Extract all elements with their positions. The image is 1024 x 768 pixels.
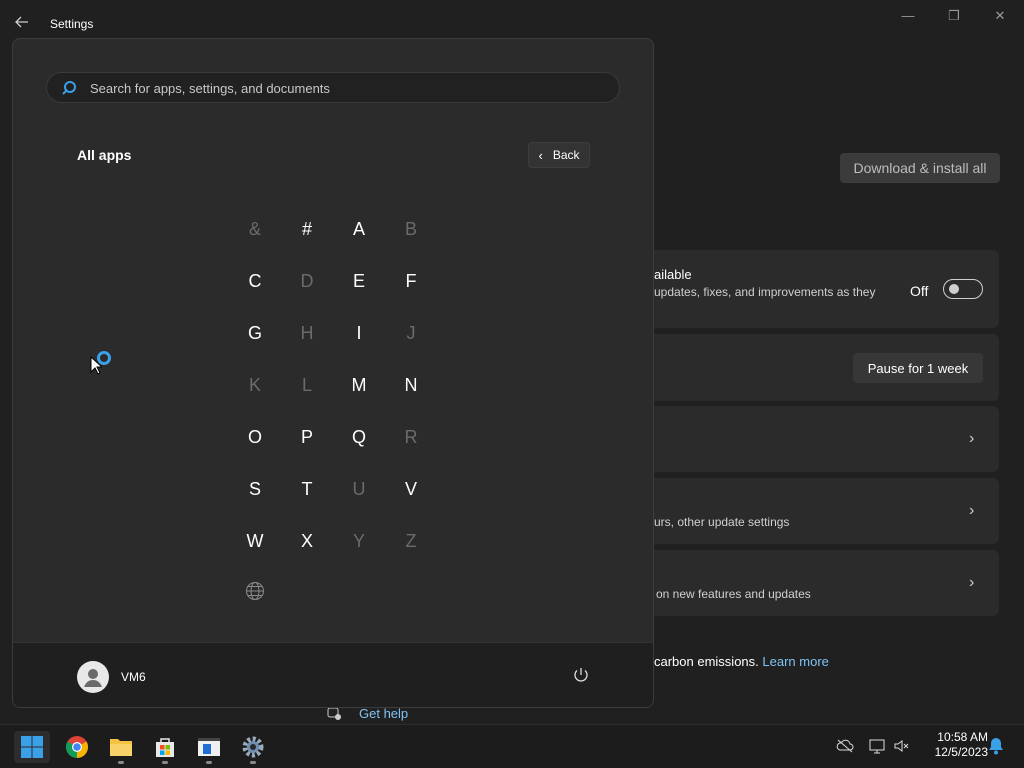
letter-n[interactable]: N	[391, 369, 431, 401]
power-icon[interactable]	[571, 665, 591, 685]
letter-a[interactable]: A	[339, 213, 379, 245]
start-menu-footer: VM6	[13, 642, 653, 707]
card-subtitle: updates, fixes, and improvements as they	[654, 285, 876, 299]
back-button-label: Back	[552, 148, 580, 162]
get-help-link[interactable]: Get help	[359, 706, 408, 721]
letter-ampersand: &	[248, 219, 261, 239]
minimize-icon[interactable]: —	[888, 8, 928, 26]
letter-q[interactable]: Q	[339, 421, 379, 453]
clock-date: 12/5/2023	[934, 745, 988, 759]
letter-r: R	[404, 427, 418, 447]
chevron-right-icon: ›	[969, 574, 975, 591]
clock[interactable]: 10:58 AM 12/5/2023	[918, 730, 988, 760]
card-title: ailable	[654, 267, 692, 282]
file-explorer-icon[interactable]	[103, 731, 139, 764]
taskbar: 10:58 AM 12/5/2023	[0, 724, 1024, 768]
letter-e[interactable]: E	[339, 265, 379, 297]
letter-s[interactable]: S	[235, 473, 275, 505]
cloud-offline-icon[interactable]	[836, 737, 854, 755]
update-history-card[interactable]: ›	[654, 406, 999, 472]
letter-d: D	[300, 271, 314, 291]
windows-logo-icon	[21, 736, 43, 758]
letter-y: Y	[352, 531, 365, 551]
advanced-options-card[interactable]: urs, other update settings ›	[654, 478, 999, 544]
notepad-app-icon[interactable]	[191, 731, 227, 764]
search-box[interactable]: Search for apps, settings, and documents	[46, 72, 620, 103]
letter-x[interactable]: X	[287, 525, 327, 557]
get-help-icon	[326, 706, 342, 722]
letter-i[interactable]: I	[339, 317, 379, 349]
chevron-left-icon: ‹	[538, 147, 543, 163]
letter-c[interactable]: C	[235, 265, 275, 297]
letter-w[interactable]: W	[235, 525, 275, 557]
card-subtitle: on new features and updates	[656, 587, 811, 601]
start-menu: Search for apps, settings, and documents…	[12, 38, 654, 708]
letter-v[interactable]: V	[391, 473, 431, 505]
volume-muted-icon[interactable]	[893, 737, 911, 755]
all-apps-title: All apps	[77, 147, 132, 163]
learn-more-link[interactable]: Learn more	[762, 654, 828, 669]
letter-hash[interactable]: #	[287, 213, 327, 245]
letter-f[interactable]: F	[391, 265, 431, 297]
letter-u: U	[352, 479, 366, 499]
letter-o[interactable]: O	[235, 421, 275, 453]
search-icon	[61, 80, 77, 96]
start-button[interactable]	[14, 731, 50, 763]
back-button[interactable]: ‹ Back	[528, 142, 590, 168]
chevron-right-icon: ›	[969, 430, 975, 447]
letter-m[interactable]: M	[339, 369, 379, 401]
chevron-right-icon: ›	[969, 502, 975, 519]
user-avatar[interactable]	[77, 661, 109, 693]
globe-icon[interactable]	[245, 581, 265, 601]
mouse-pointer-icon	[90, 355, 104, 381]
letter-p[interactable]: P	[287, 421, 327, 453]
letter-h: H	[300, 323, 314, 343]
letter-l: L	[301, 375, 312, 395]
letter-g[interactable]: G	[235, 317, 275, 349]
microsoft-store-icon[interactable]	[147, 731, 183, 764]
pause-for-1-week-button[interactable]: Pause for 1 week	[853, 353, 983, 383]
chrome-icon[interactable]	[59, 731, 95, 763]
settings-gear-icon[interactable]	[235, 731, 271, 764]
letter-z: Z	[405, 531, 417, 551]
letter-k: K	[248, 375, 261, 395]
network-icon[interactable]	[868, 737, 886, 755]
window-title: Settings	[50, 17, 94, 31]
letter-j: J	[406, 323, 416, 343]
get-updates-toggle[interactable]	[943, 279, 983, 299]
back-arrow-icon[interactable]	[14, 14, 34, 34]
search-placeholder: Search for apps, settings, and documents	[90, 81, 330, 96]
card-subtitle: urs, other update settings	[654, 515, 790, 529]
toggle-state-label: Off	[910, 283, 929, 299]
download-install-all-button[interactable]: Download & install all	[840, 153, 1000, 183]
letter-b: B	[404, 219, 417, 239]
close-icon[interactable]: ✕	[980, 8, 1020, 26]
clock-time: 10:58 AM	[937, 730, 988, 744]
user-name[interactable]: VM6	[121, 670, 146, 684]
notification-bell-icon[interactable]	[987, 737, 1005, 755]
letter-t[interactable]: T	[287, 473, 327, 505]
insider-program-card[interactable]: on new features and updates ›	[654, 550, 999, 616]
carbon-text: carbon emissions. Learn more	[654, 654, 829, 669]
maximize-icon[interactable]: ❐	[934, 8, 974, 26]
